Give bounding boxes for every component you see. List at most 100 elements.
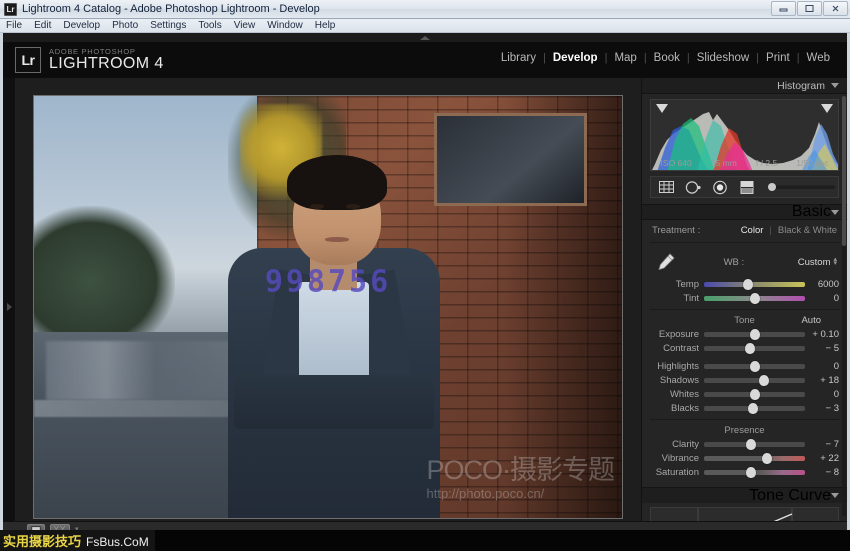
treatment-bw-option[interactable]: Black & White <box>778 225 837 236</box>
scrollbar-thumb[interactable] <box>842 96 846 246</box>
slider-value: − 8 <box>805 467 839 478</box>
menu-item-settings[interactable]: Settings <box>150 20 186 31</box>
tone-curve-panel-header[interactable]: Tone Curve <box>642 487 847 503</box>
slider-vibrance[interactable]: Vibrance + 22 <box>650 451 839 465</box>
auto-tone-button[interactable]: Auto <box>801 315 821 326</box>
menu-item-photo[interactable]: Photo <box>112 20 138 31</box>
photo-preview[interactable]: 998756 POCO·摄影专题 http://photo.poco.cn/ <box>33 95 623 519</box>
slider-knob[interactable] <box>750 329 760 340</box>
slider-track[interactable] <box>704 346 805 351</box>
slider-track[interactable] <box>704 364 805 369</box>
slider-track[interactable] <box>704 296 805 301</box>
highlight-clipping-icon[interactable] <box>821 104 833 113</box>
chevron-down-icon <box>831 210 839 215</box>
slider-temp[interactable]: Temp 6000 <box>650 277 839 291</box>
slider-knob[interactable] <box>746 467 756 478</box>
module-web[interactable]: Web <box>800 52 837 64</box>
photo-subject-eye-left <box>310 204 324 209</box>
crop-overlay-icon[interactable] <box>658 180 675 194</box>
stepper-icon: ▴▾ <box>833 258 837 266</box>
shadow-clipping-icon[interactable] <box>656 104 668 113</box>
adjustment-brush-icon[interactable] <box>765 181 837 193</box>
wordmark: ADOBE PHOTOSHOP LIGHTROOM 4 <box>49 48 164 73</box>
right-panel: Histogram <box>641 78 847 536</box>
red-eye-icon[interactable] <box>711 180 729 195</box>
slider-track[interactable] <box>704 332 805 337</box>
slider-tint[interactable]: Tint 0 <box>650 291 839 305</box>
tone-label: Tone <box>734 315 755 326</box>
histogram-panel-header[interactable]: Histogram <box>642 78 847 94</box>
menu-item-window[interactable]: Window <box>267 20 303 31</box>
option-divider: | <box>769 225 771 236</box>
module-map[interactable]: Map <box>607 52 643 64</box>
slider-track[interactable] <box>704 392 805 397</box>
photo-cars <box>46 341 246 400</box>
slider-knob[interactable] <box>750 361 760 372</box>
basic-panel-header[interactable]: Basic <box>642 204 847 220</box>
menu-item-view[interactable]: View <box>234 20 256 31</box>
graduated-filter-icon[interactable] <box>738 180 756 195</box>
menu-item-help[interactable]: Help <box>315 20 336 31</box>
histogram-title: Histogram <box>777 80 825 92</box>
slider-saturation[interactable]: Saturation − 8 <box>650 465 839 479</box>
slider-blacks[interactable]: Blacks − 3 <box>650 401 839 415</box>
image-canvas[interactable]: 998756 POCO·摄影专题 http://photo.poco.cn/ <box>15 78 641 536</box>
module-print[interactable]: Print <box>759 52 797 64</box>
module-slideshow[interactable]: Slideshow <box>690 52 756 64</box>
slider-shadows[interactable]: Shadows + 18 <box>650 373 839 387</box>
spot-removal-icon[interactable] <box>684 180 702 195</box>
slider-knob[interactable] <box>759 375 769 386</box>
module-book[interactable]: Book <box>647 52 687 64</box>
maximize-button[interactable] <box>797 1 822 16</box>
slider-knob[interactable] <box>745 343 755 354</box>
menu-item-develop[interactable]: Develop <box>63 20 100 31</box>
photo-subject-arms <box>234 375 434 430</box>
slider-clarity[interactable]: Clarity − 7 <box>650 437 839 451</box>
exif-iso: ISO 640 <box>661 158 692 168</box>
watermark-brand: POCO·摄影专题 <box>426 457 614 484</box>
photo-trees <box>34 206 175 333</box>
slider-value: + 18 <box>805 375 839 386</box>
slider-track[interactable] <box>704 442 805 447</box>
wordmark-main: LIGHTROOM 4 <box>49 56 164 72</box>
module-develop[interactable]: Develop <box>546 52 605 64</box>
slider-highlights[interactable]: Highlights 0 <box>650 359 839 373</box>
menu-item-tools[interactable]: Tools <box>198 20 221 31</box>
slider-value: − 3 <box>805 403 839 414</box>
slider-label: Contrast <box>650 343 704 354</box>
slider-track[interactable] <box>704 456 805 461</box>
slider-knob[interactable] <box>748 403 758 414</box>
slider-label: Exposure <box>650 329 704 340</box>
slider-track[interactable] <box>704 282 805 287</box>
watermark-url: http://photo.poco.cn/ <box>426 487 614 500</box>
slider-track[interactable] <box>704 406 805 411</box>
slider-whites[interactable]: Whites 0 <box>650 387 839 401</box>
slider-knob[interactable] <box>746 439 756 450</box>
slider-label: Whites <box>650 389 704 400</box>
histogram-graph[interactable]: ISO 640 35 mm f / 2.5 1/50 sec <box>650 99 839 171</box>
status-english-text: FsBus.CoM <box>86 535 149 549</box>
slider-knob[interactable] <box>743 279 753 290</box>
slider-track[interactable] <box>704 470 805 475</box>
slider-knob[interactable] <box>750 293 760 304</box>
slider-knob[interactable] <box>762 453 772 464</box>
slider-track[interactable] <box>704 378 805 383</box>
minimize-button[interactable] <box>771 1 796 16</box>
menu-item-edit[interactable]: Edit <box>34 20 51 31</box>
slider-contrast[interactable]: Contrast − 5 <box>650 341 839 355</box>
wb-preset-dropdown[interactable]: Custom ▴▾ <box>798 257 837 268</box>
slider-exposure[interactable]: Exposure + 0.10 <box>650 327 839 341</box>
menu-item-file[interactable]: File <box>6 20 22 31</box>
left-panel-collapse-bar[interactable] <box>3 78 15 536</box>
top-panel-collapse-bar[interactable] <box>3 33 847 42</box>
presence-section: Presence Clarity − 7 Vibrance + 22 Satur… <box>650 420 839 483</box>
identity-plate[interactable]: Lr ADOBE PHOTOSHOP LIGHTROOM 4 <box>15 47 164 73</box>
treatment-color-option[interactable]: Color <box>741 225 764 236</box>
watermark-poco: POCO·摄影专题 http://photo.poco.cn/ <box>426 457 614 500</box>
photo-subject-eye-right <box>346 204 360 209</box>
slider-knob[interactable] <box>750 389 760 400</box>
close-button[interactable] <box>823 1 848 16</box>
module-library[interactable]: Library <box>494 52 543 64</box>
right-panel-scrollbar[interactable] <box>842 96 846 516</box>
basic-title: Basic <box>792 203 831 221</box>
